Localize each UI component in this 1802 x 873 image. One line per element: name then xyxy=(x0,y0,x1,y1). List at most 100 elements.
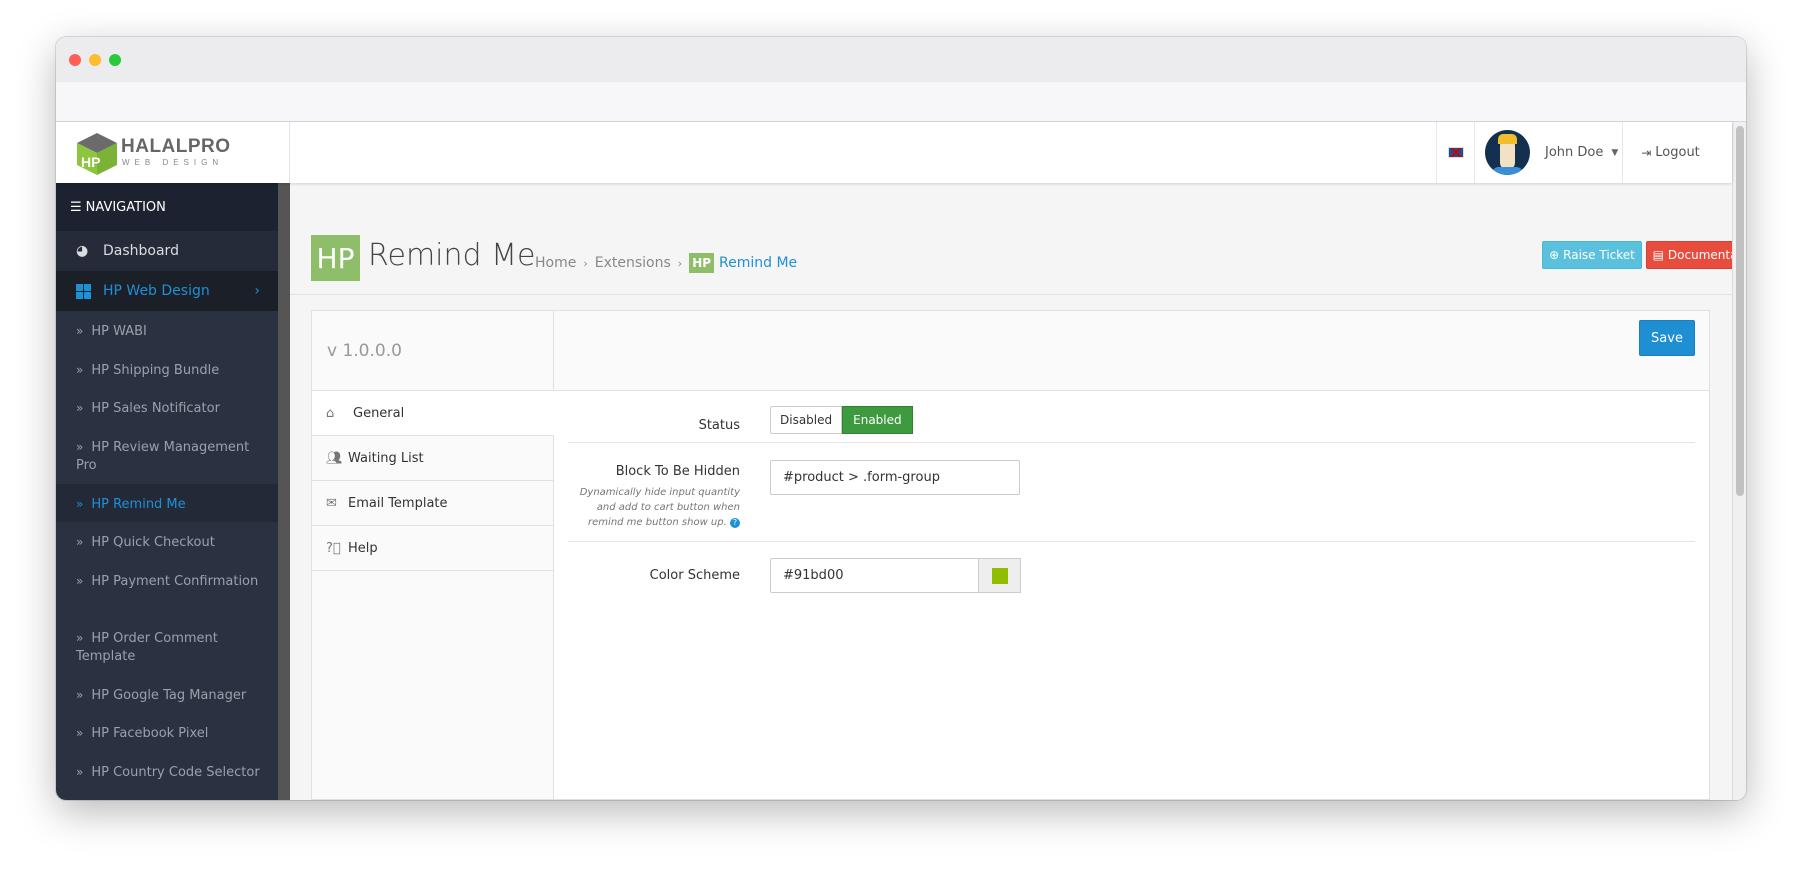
sidebar-subitem[interactable]: » HP Sales Notificator xyxy=(56,388,278,427)
tab-label: Email Template xyxy=(348,495,448,511)
bars-icon: ☰ xyxy=(70,199,82,215)
breadcrumb-extensions[interactable]: Extensions xyxy=(595,255,671,271)
panel-toolbar: Save xyxy=(554,311,1709,391)
tab-general[interactable]: ⌂ General xyxy=(312,391,554,436)
sidebar-subitem-label: HP WABI xyxy=(91,324,147,339)
help-icon[interactable]: ? xyxy=(730,518,740,528)
sidebar-subitem[interactable]: » HP Order Comment Template xyxy=(56,618,266,675)
sidebar-subitem[interactable]: » HP Shipping Bundle xyxy=(56,350,278,389)
hp-module-icon: HP xyxy=(311,235,360,281)
version-label: v 1.0.0.0 xyxy=(312,311,553,391)
language-selector[interactable] xyxy=(1436,122,1474,183)
status-label: Status xyxy=(698,418,740,433)
logout-link[interactable]: ⇥ Logout xyxy=(1622,122,1718,183)
tab-waiting-list[interactable]: 👥︎ Waiting List xyxy=(312,436,553,481)
hp-breadcrumb-icon: HP xyxy=(689,253,715,273)
home-icon: ⌂ xyxy=(326,405,335,421)
tab-help[interactable]: ?⃝ Help xyxy=(312,526,553,571)
save-button[interactable]: Save xyxy=(1639,320,1695,356)
navigation-title: NAVIGATION xyxy=(85,199,166,215)
settings-panel: v 1.0.0.0 ⌂ General 👥︎ Waiting List ✉ Email… xyxy=(311,310,1710,800)
scrollbar-thumb[interactable] xyxy=(1736,126,1744,496)
browser-window: HP HALALPRO WEB DESIGN John Doe ▼ ⇥ Logo… xyxy=(56,37,1746,800)
title-bar xyxy=(56,37,1746,82)
color-scheme-input[interactable]: #91bd00 xyxy=(770,558,979,593)
tab-label: General xyxy=(353,405,405,421)
breadcrumb-home[interactable]: Home xyxy=(535,255,576,271)
block-label: Block To Be Hidden xyxy=(615,464,740,479)
angle-double-right-icon: » xyxy=(76,630,84,645)
avatar xyxy=(1485,130,1530,175)
sidebar: ☰ NAVIGATION ◕ Dashboard HP Web Design › »… xyxy=(56,183,278,800)
angle-double-right-icon: » xyxy=(76,439,84,454)
users-icon: 👥︎ xyxy=(326,450,343,466)
sidebar-subitem-label: HP Payment Confirmation xyxy=(91,573,259,589)
windows-icon xyxy=(76,283,91,299)
sidebar-subitem-label: HP Review Management Pro xyxy=(76,439,250,473)
maximize-window-button[interactable] xyxy=(109,54,121,66)
angle-double-right-icon: » xyxy=(76,324,84,338)
sidebar-item-label: Dashboard xyxy=(103,243,179,259)
documentation-button[interactable]: ▤Documentation xyxy=(1646,241,1746,269)
block-help-text: Dynamically hide input quantity and add … xyxy=(578,485,740,530)
angle-double-right-icon: » xyxy=(76,535,84,549)
sidebar-subitem-label: HP Shipping Bundle xyxy=(91,362,220,378)
life-ring-icon: ⊕ xyxy=(1549,248,1560,262)
color-swatch xyxy=(991,567,1008,584)
minimize-window-button[interactable] xyxy=(89,54,101,66)
sidebar-subitem[interactable]: » HP Quick Checkout xyxy=(56,522,278,561)
logout-label: Logout xyxy=(1655,145,1700,160)
sidebar-item-hp-web-design[interactable]: HP Web Design › xyxy=(56,271,278,311)
sidebar-subitem-label: HP Remind Me xyxy=(91,496,186,512)
user-name: John Doe xyxy=(1545,145,1604,160)
angle-double-right-icon: » xyxy=(76,687,84,702)
sidebar-subitem-label: HP Order Comment Template xyxy=(76,630,218,664)
book-icon: ▤ xyxy=(1652,248,1664,262)
uk-flag-icon xyxy=(1447,147,1464,158)
raise-ticket-button[interactable]: ⊕ Raise Ticket xyxy=(1542,241,1642,269)
browser-toolbar xyxy=(56,82,1746,122)
sidebar-subitem[interactable]: » HP Review Management Pro xyxy=(56,427,266,484)
status-disabled-option[interactable]: Disabled xyxy=(770,406,843,434)
logo-subtext: WEB DESIGN xyxy=(122,158,224,167)
page-title: Remind Me xyxy=(368,238,536,273)
page-scrollbar[interactable] xyxy=(1732,122,1746,800)
sidebar-subitem[interactable]: » HP Remind Me xyxy=(56,483,278,522)
sidebar-subitem[interactable]: » HP Google Tag Manager xyxy=(56,675,278,714)
sidebar-subitem-label: HP Country Code Selector xyxy=(91,764,260,780)
sidebar-scrollbar[interactable] xyxy=(278,183,290,800)
sidebar-subitem[interactable]: » HP Payment Confirmation xyxy=(56,561,266,618)
angle-double-right-icon: » xyxy=(76,726,84,740)
close-window-button[interactable] xyxy=(69,54,81,66)
main-content: HP Remind Me Home › Extensions › HP Remind… xyxy=(290,183,1746,800)
sidebar-subitem-label: HP Google Tag Manager xyxy=(91,687,247,703)
block-to-be-hidden-input[interactable]: #product > .form-group xyxy=(770,460,1020,495)
angle-double-right-icon: » xyxy=(76,573,84,588)
angle-double-right-icon: » xyxy=(76,401,84,415)
sidebar-subitem[interactable]: » HP WABI xyxy=(56,311,278,350)
logo-text: HALALPRO xyxy=(121,136,231,157)
block-help: Dynamically hide input quantity and add … xyxy=(579,487,740,528)
sidebar-subitem[interactable]: » HP Facebook Pixel xyxy=(56,713,278,752)
row-divider xyxy=(568,541,1695,542)
angle-double-right-icon: » xyxy=(76,764,84,779)
status-enabled-option[interactable]: Enabled xyxy=(842,406,913,434)
sidebar-item-label: HP Web Design xyxy=(103,283,210,299)
user-menu[interactable]: John Doe ▼ xyxy=(1474,122,1622,183)
breadcrumb-current[interactable]: Remind Me xyxy=(719,255,797,271)
angle-double-right-icon: » xyxy=(76,362,84,377)
chevron-right-icon: › xyxy=(254,283,260,299)
sidebar-submenu: » HP WABI » HP Shipping Bundle » HP Sales Not… xyxy=(56,311,278,800)
angle-double-right-icon: » xyxy=(76,496,84,511)
svg-text:HP: HP xyxy=(81,154,100,170)
logo-cube-icon: HP xyxy=(77,133,117,175)
sidebar-subitem-label: HP Facebook Pixel xyxy=(91,726,209,741)
envelope-icon: ✉ xyxy=(326,495,337,511)
color-picker-button[interactable] xyxy=(978,558,1021,593)
header-divider xyxy=(290,294,1732,295)
logo[interactable]: HP HALALPRO WEB DESIGN xyxy=(56,122,290,183)
sidebar-subitem[interactable]: » HP Country Code Selector xyxy=(56,752,266,801)
sidebar-item-dashboard[interactable]: ◕ Dashboard xyxy=(56,231,278,271)
navigation-header[interactable]: ☰ NAVIGATION xyxy=(56,183,278,231)
tab-email-template[interactable]: ✉ Email Template xyxy=(312,481,553,526)
